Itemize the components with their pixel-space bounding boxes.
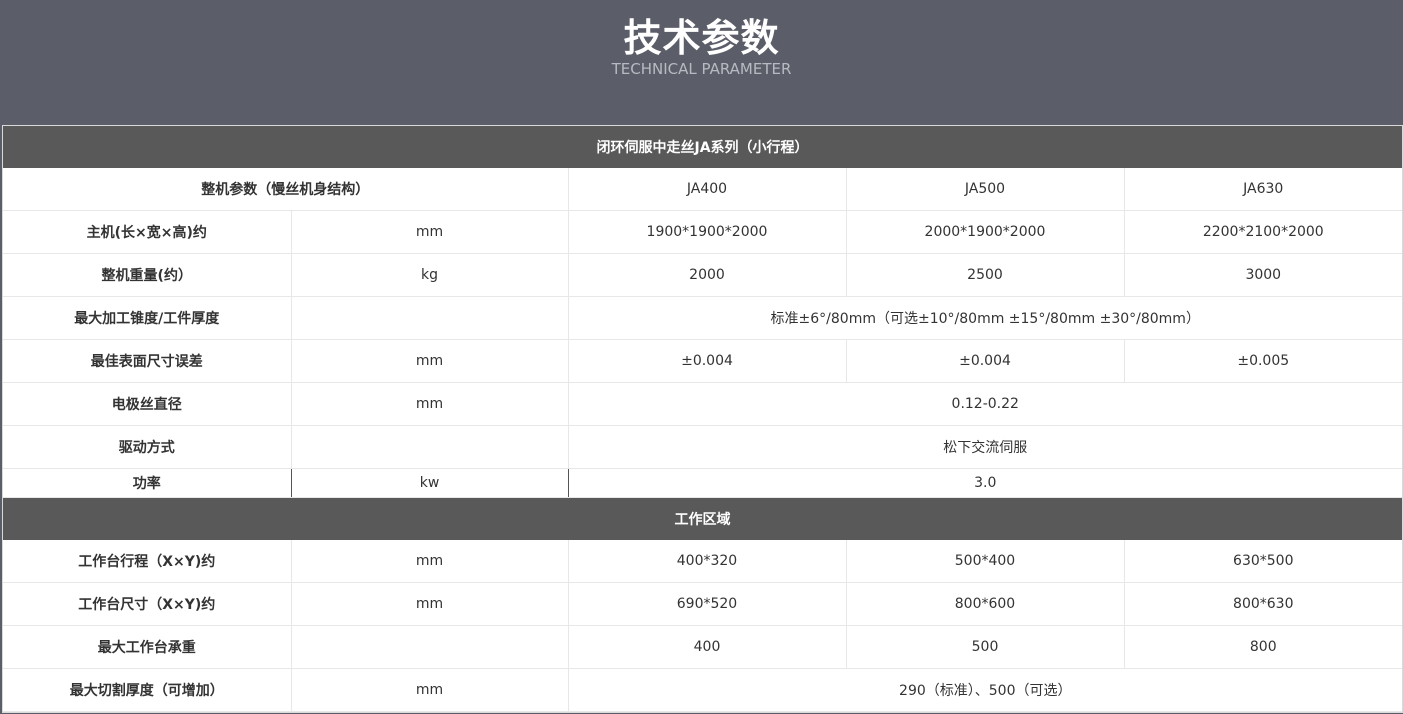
row-value: ±0.004 <box>568 339 847 383</box>
row-label: 最大切割厚度（可增加） <box>3 668 292 712</box>
row-unit: mm <box>291 668 569 712</box>
row-label: 整机重量(约） <box>3 253 292 297</box>
model-header-label: 整机参数（慢丝机身结构） <box>3 168 569 211</box>
row-label: 最佳表面尺寸误差 <box>3 339 292 383</box>
parameter-table: 闭环伺服中走丝JA系列（小行程） 整机参数（慢丝机身结构） JA400 JA500 JA… <box>3 126 1403 712</box>
row-unit: mm <box>291 540 569 583</box>
table-row: 工作台行程（X×Y)约 mm 400*320 500*400 630*500 <box>3 540 1403 583</box>
row-unit: kw <box>291 468 569 498</box>
row-label: 工作台尺寸（X×Y)约 <box>3 582 292 626</box>
row-unit: mm <box>291 582 569 626</box>
row-value: ±0.005 <box>1124 339 1403 383</box>
row-value: 500*400 <box>846 540 1125 583</box>
row-label: 电极丝直径 <box>3 382 292 426</box>
page-header: 技术参数 TECHNICAL PARAMETER <box>0 0 1403 125</box>
row-value-merged: 290（标准）、500（可选） <box>568 668 1403 712</box>
row-value: 2000 <box>568 253 847 297</box>
section-title: 工作区域 <box>3 497 1403 540</box>
model-name: JA630 <box>1124 168 1403 211</box>
row-unit: mm <box>291 339 569 383</box>
table-row: 电极丝直径 mm 0.12-0.22 <box>3 382 1403 426</box>
table-row: 最佳表面尺寸误差 mm ±0.004 ±0.004 ±0.005 <box>3 339 1403 383</box>
row-value: 1900*1900*2000 <box>568 210 847 254</box>
table-row: 主机(长×宽×高)约 mm 1900*1900*2000 2000*1900*2000… <box>3 210 1403 254</box>
table-row: 驱动方式 松下交流伺服 <box>3 425 1403 469</box>
row-value: 800*600 <box>846 582 1125 626</box>
row-unit: mm <box>291 382 569 426</box>
row-value: 630*500 <box>1124 540 1403 583</box>
row-value: 400 <box>568 625 847 669</box>
table-row: 功率 kw 3.0 <box>3 468 1403 498</box>
section-title: 闭环伺服中走丝JA系列（小行程） <box>3 126 1403 168</box>
page-title: 技术参数 <box>623 16 780 60</box>
row-value: 2500 <box>846 253 1125 297</box>
table-row: 最大工作台承重 400 500 800 <box>3 625 1403 669</box>
row-label: 最大加工锥度/工件厚度 <box>3 296 292 340</box>
row-value-merged: 0.12-0.22 <box>568 382 1403 426</box>
row-label: 最大工作台承重 <box>3 625 292 669</box>
row-label: 工作台行程（X×Y)约 <box>3 540 292 583</box>
row-unit: kg <box>291 253 569 297</box>
row-value: 2000*1900*2000 <box>846 210 1125 254</box>
row-label: 驱动方式 <box>3 425 292 469</box>
table-row: 工作台尺寸（X×Y)约 mm 690*520 800*600 800*630 <box>3 582 1403 626</box>
row-value: 690*520 <box>568 582 847 626</box>
model-name: JA400 <box>568 168 847 211</box>
row-label: 功率 <box>3 468 292 498</box>
table-row: 整机重量(约） kg 2000 2500 3000 <box>3 253 1403 297</box>
parameter-table-container: 闭环伺服中走丝JA系列（小行程） 整机参数（慢丝机身结构） JA400 JA500 JA… <box>2 125 1403 713</box>
row-value: 400*320 <box>568 540 847 583</box>
row-value: 800 <box>1124 625 1403 669</box>
row-value: 800*630 <box>1124 582 1403 626</box>
row-value-merged: 3.0 <box>568 468 1403 498</box>
section-header-work-area: 工作区域 <box>3 497 1403 540</box>
section-header-series: 闭环伺服中走丝JA系列（小行程） <box>3 126 1403 168</box>
row-label: 主机(长×宽×高)约 <box>3 210 292 254</box>
page-subtitle: TECHNICAL PARAMETER <box>611 60 792 78</box>
model-name: JA500 <box>846 168 1125 211</box>
table-row: 最大切割厚度（可增加） mm 290（标准）、500（可选） <box>3 668 1403 712</box>
row-unit <box>291 296 569 340</box>
row-value: 500 <box>846 625 1125 669</box>
row-unit <box>291 625 569 669</box>
row-value-merged: 松下交流伺服 <box>568 425 1403 469</box>
row-unit <box>291 425 569 469</box>
row-value: 3000 <box>1124 253 1403 297</box>
row-unit: mm <box>291 210 569 254</box>
row-value: ±0.004 <box>846 339 1125 383</box>
model-header-row: 整机参数（慢丝机身结构） JA400 JA500 JA630 <box>3 168 1403 211</box>
row-value-merged: 标准±6°/80mm（可选±10°/80mm ±15°/80mm ±30°/80… <box>568 296 1403 340</box>
row-value: 2200*2100*2000 <box>1124 210 1403 254</box>
table-row: 最大加工锥度/工件厚度 标准±6°/80mm（可选±10°/80mm ±15°/8… <box>3 296 1403 340</box>
